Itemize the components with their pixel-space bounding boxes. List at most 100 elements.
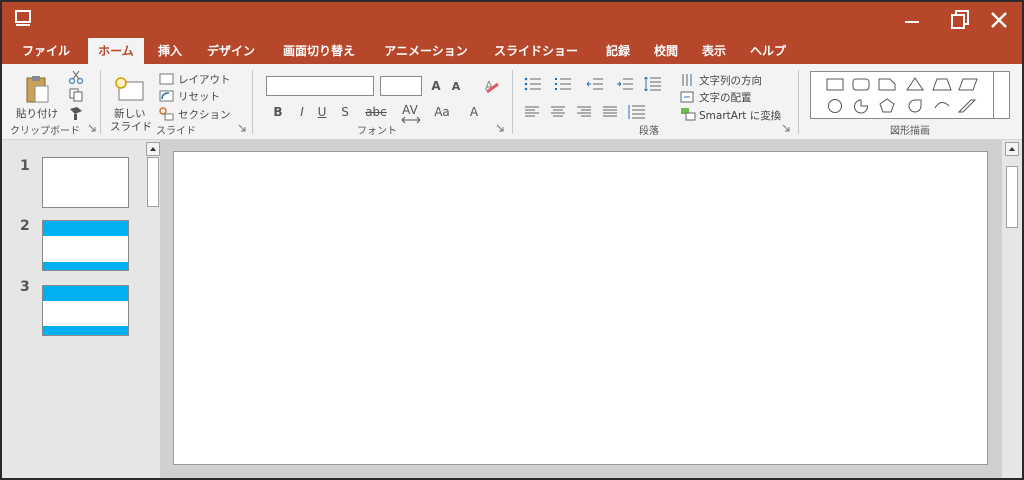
paste-label[interactable]: 貼り付け bbox=[16, 106, 58, 121]
align-center-icon[interactable] bbox=[550, 106, 566, 118]
section-label[interactable]: セクション bbox=[178, 107, 231, 122]
ribbon-separator bbox=[798, 70, 799, 134]
thumb-band bbox=[43, 262, 128, 270]
close-icon[interactable] bbox=[987, 8, 1011, 32]
tab-file[interactable]: ファイル bbox=[14, 38, 78, 64]
new-slide-label-2[interactable]: スライド bbox=[110, 119, 152, 134]
shapes-gallery[interactable] bbox=[810, 71, 1010, 119]
shapes-gallery-scrollbar[interactable] bbox=[993, 72, 994, 118]
clipboard-group-label: クリップボード bbox=[10, 126, 80, 137]
scroll-up-arrow-icon[interactable] bbox=[1005, 142, 1019, 156]
oval-shape-icon bbox=[828, 99, 842, 113]
trapezoid-shape-icon bbox=[932, 78, 952, 91]
smartart-label[interactable]: SmartArt に変換 bbox=[699, 108, 781, 123]
copy-icon[interactable] bbox=[68, 88, 84, 102]
cut-icon[interactable] bbox=[68, 70, 84, 84]
shapes-gallery-icons bbox=[826, 77, 978, 114]
grow-font-button[interactable]: A bbox=[430, 79, 442, 93]
align-text-label[interactable]: 文字の配置 bbox=[699, 90, 752, 105]
columns-icon[interactable] bbox=[628, 104, 646, 120]
increase-indent-icon[interactable] bbox=[616, 77, 634, 91]
strikethrough-button[interactable]: abc bbox=[362, 105, 390, 119]
ribbon: 貼り付け クリップボード 新しい スライド レイアウト リセット セクション ス… bbox=[2, 64, 1022, 140]
smartart-icon[interactable] bbox=[680, 107, 696, 121]
drawing-group-label: 図形描画 bbox=[890, 126, 930, 137]
slide-thumbnail-1[interactable] bbox=[42, 157, 129, 208]
slide-canvas[interactable] bbox=[173, 151, 988, 465]
tab-animations[interactable]: アニメーション bbox=[374, 38, 478, 64]
section-icon[interactable] bbox=[159, 107, 174, 121]
line-spacing-icon[interactable] bbox=[644, 75, 662, 93]
triangle-shape-icon bbox=[906, 77, 924, 91]
new-slide-icon[interactable] bbox=[114, 76, 144, 102]
font-color-button[interactable]: A bbox=[468, 105, 480, 119]
shrink-font-button[interactable]: A bbox=[450, 80, 462, 93]
paste-icon[interactable] bbox=[24, 74, 50, 104]
font-size-combo[interactable] bbox=[380, 76, 422, 96]
align-left-icon[interactable] bbox=[524, 106, 540, 118]
tab-view[interactable]: 表示 bbox=[694, 38, 734, 64]
tab-transitions[interactable]: 画面切り替え bbox=[272, 38, 366, 64]
thumb-band bbox=[43, 326, 128, 335]
char-spacing-button[interactable]: AV bbox=[398, 103, 422, 117]
slide-number-2: 2 bbox=[20, 218, 30, 234]
rectangle-shape-icon bbox=[826, 78, 844, 91]
font-launcher-icon[interactable] bbox=[496, 124, 504, 132]
bold-button[interactable]: B bbox=[272, 105, 284, 119]
thumbnail-scrollbar[interactable] bbox=[146, 140, 160, 478]
restore-icon[interactable] bbox=[948, 8, 972, 32]
format-painter-icon[interactable] bbox=[68, 106, 84, 120]
underline-button[interactable]: U bbox=[316, 105, 328, 119]
ribbon-separator bbox=[252, 70, 253, 134]
tab-slideshow[interactable]: スライドショー bbox=[486, 38, 586, 64]
justify-icon[interactable] bbox=[602, 106, 618, 118]
editor-scrollbar[interactable] bbox=[1005, 140, 1019, 478]
align-right-icon[interactable] bbox=[576, 106, 592, 118]
teardrop-shape-icon bbox=[908, 99, 922, 113]
slides-group-label: スライド bbox=[156, 126, 196, 137]
text-direction-icon[interactable] bbox=[680, 73, 694, 87]
shadow-button[interactable]: S bbox=[339, 105, 351, 119]
tab-insert[interactable]: 挿入 bbox=[150, 38, 190, 64]
font-name-combo[interactable] bbox=[266, 76, 374, 96]
reset-label[interactable]: リセット bbox=[178, 89, 220, 104]
align-text-icon[interactable] bbox=[680, 90, 694, 104]
slide-number-1: 1 bbox=[20, 158, 30, 174]
paragraph-group-label: 段落 bbox=[639, 126, 659, 137]
scrollbar-thumb[interactable] bbox=[147, 157, 159, 207]
minimize-icon[interactable] bbox=[900, 8, 924, 32]
tab-help[interactable]: ヘルプ bbox=[742, 38, 794, 64]
arc-shape-icon bbox=[934, 102, 950, 109]
ribbon-separator bbox=[512, 70, 513, 134]
change-case-button[interactable]: Aa bbox=[432, 105, 452, 119]
scroll-up-arrow-icon[interactable] bbox=[146, 142, 160, 156]
numbering-icon[interactable] bbox=[554, 77, 572, 91]
slide-number-3: 3 bbox=[20, 279, 30, 295]
tab-record[interactable]: 記録 bbox=[598, 38, 638, 64]
text-direction-label[interactable]: 文字列の方向 bbox=[699, 73, 762, 88]
font-group-label: フォント bbox=[357, 126, 397, 137]
tab-home[interactable]: ホーム bbox=[88, 38, 144, 64]
slide-thumbnail-2[interactable] bbox=[42, 220, 129, 271]
app-icon bbox=[15, 10, 31, 26]
decrease-indent-icon[interactable] bbox=[586, 77, 604, 91]
slide-thumbnail-3[interactable] bbox=[42, 285, 129, 336]
bullets-icon[interactable] bbox=[524, 77, 542, 91]
paragraph-launcher-icon[interactable] bbox=[782, 124, 790, 132]
powerpoint-window: ファイル ホーム 挿入 デザイン 画面切り替え アニメーション スライドショー … bbox=[0, 0, 1024, 480]
eraser-icon bbox=[486, 82, 499, 94]
reset-icon[interactable] bbox=[159, 90, 174, 102]
tab-review[interactable]: 校閲 bbox=[646, 38, 686, 64]
layout-label[interactable]: レイアウト bbox=[178, 72, 231, 87]
diagonal-stripe-shape-icon bbox=[957, 99, 977, 113]
slide-editor-area bbox=[160, 140, 1002, 478]
scrollbar-thumb[interactable] bbox=[1006, 166, 1018, 228]
thumb-band bbox=[43, 221, 128, 236]
slides-launcher-icon[interactable] bbox=[238, 124, 246, 132]
clipboard-launcher-icon[interactable] bbox=[88, 124, 96, 132]
tab-design[interactable]: デザイン bbox=[198, 38, 264, 64]
thumb-band bbox=[43, 286, 128, 301]
italic-button[interactable]: I bbox=[296, 105, 308, 119]
pentagon-shape-icon bbox=[879, 98, 895, 113]
layout-icon[interactable] bbox=[159, 73, 174, 85]
